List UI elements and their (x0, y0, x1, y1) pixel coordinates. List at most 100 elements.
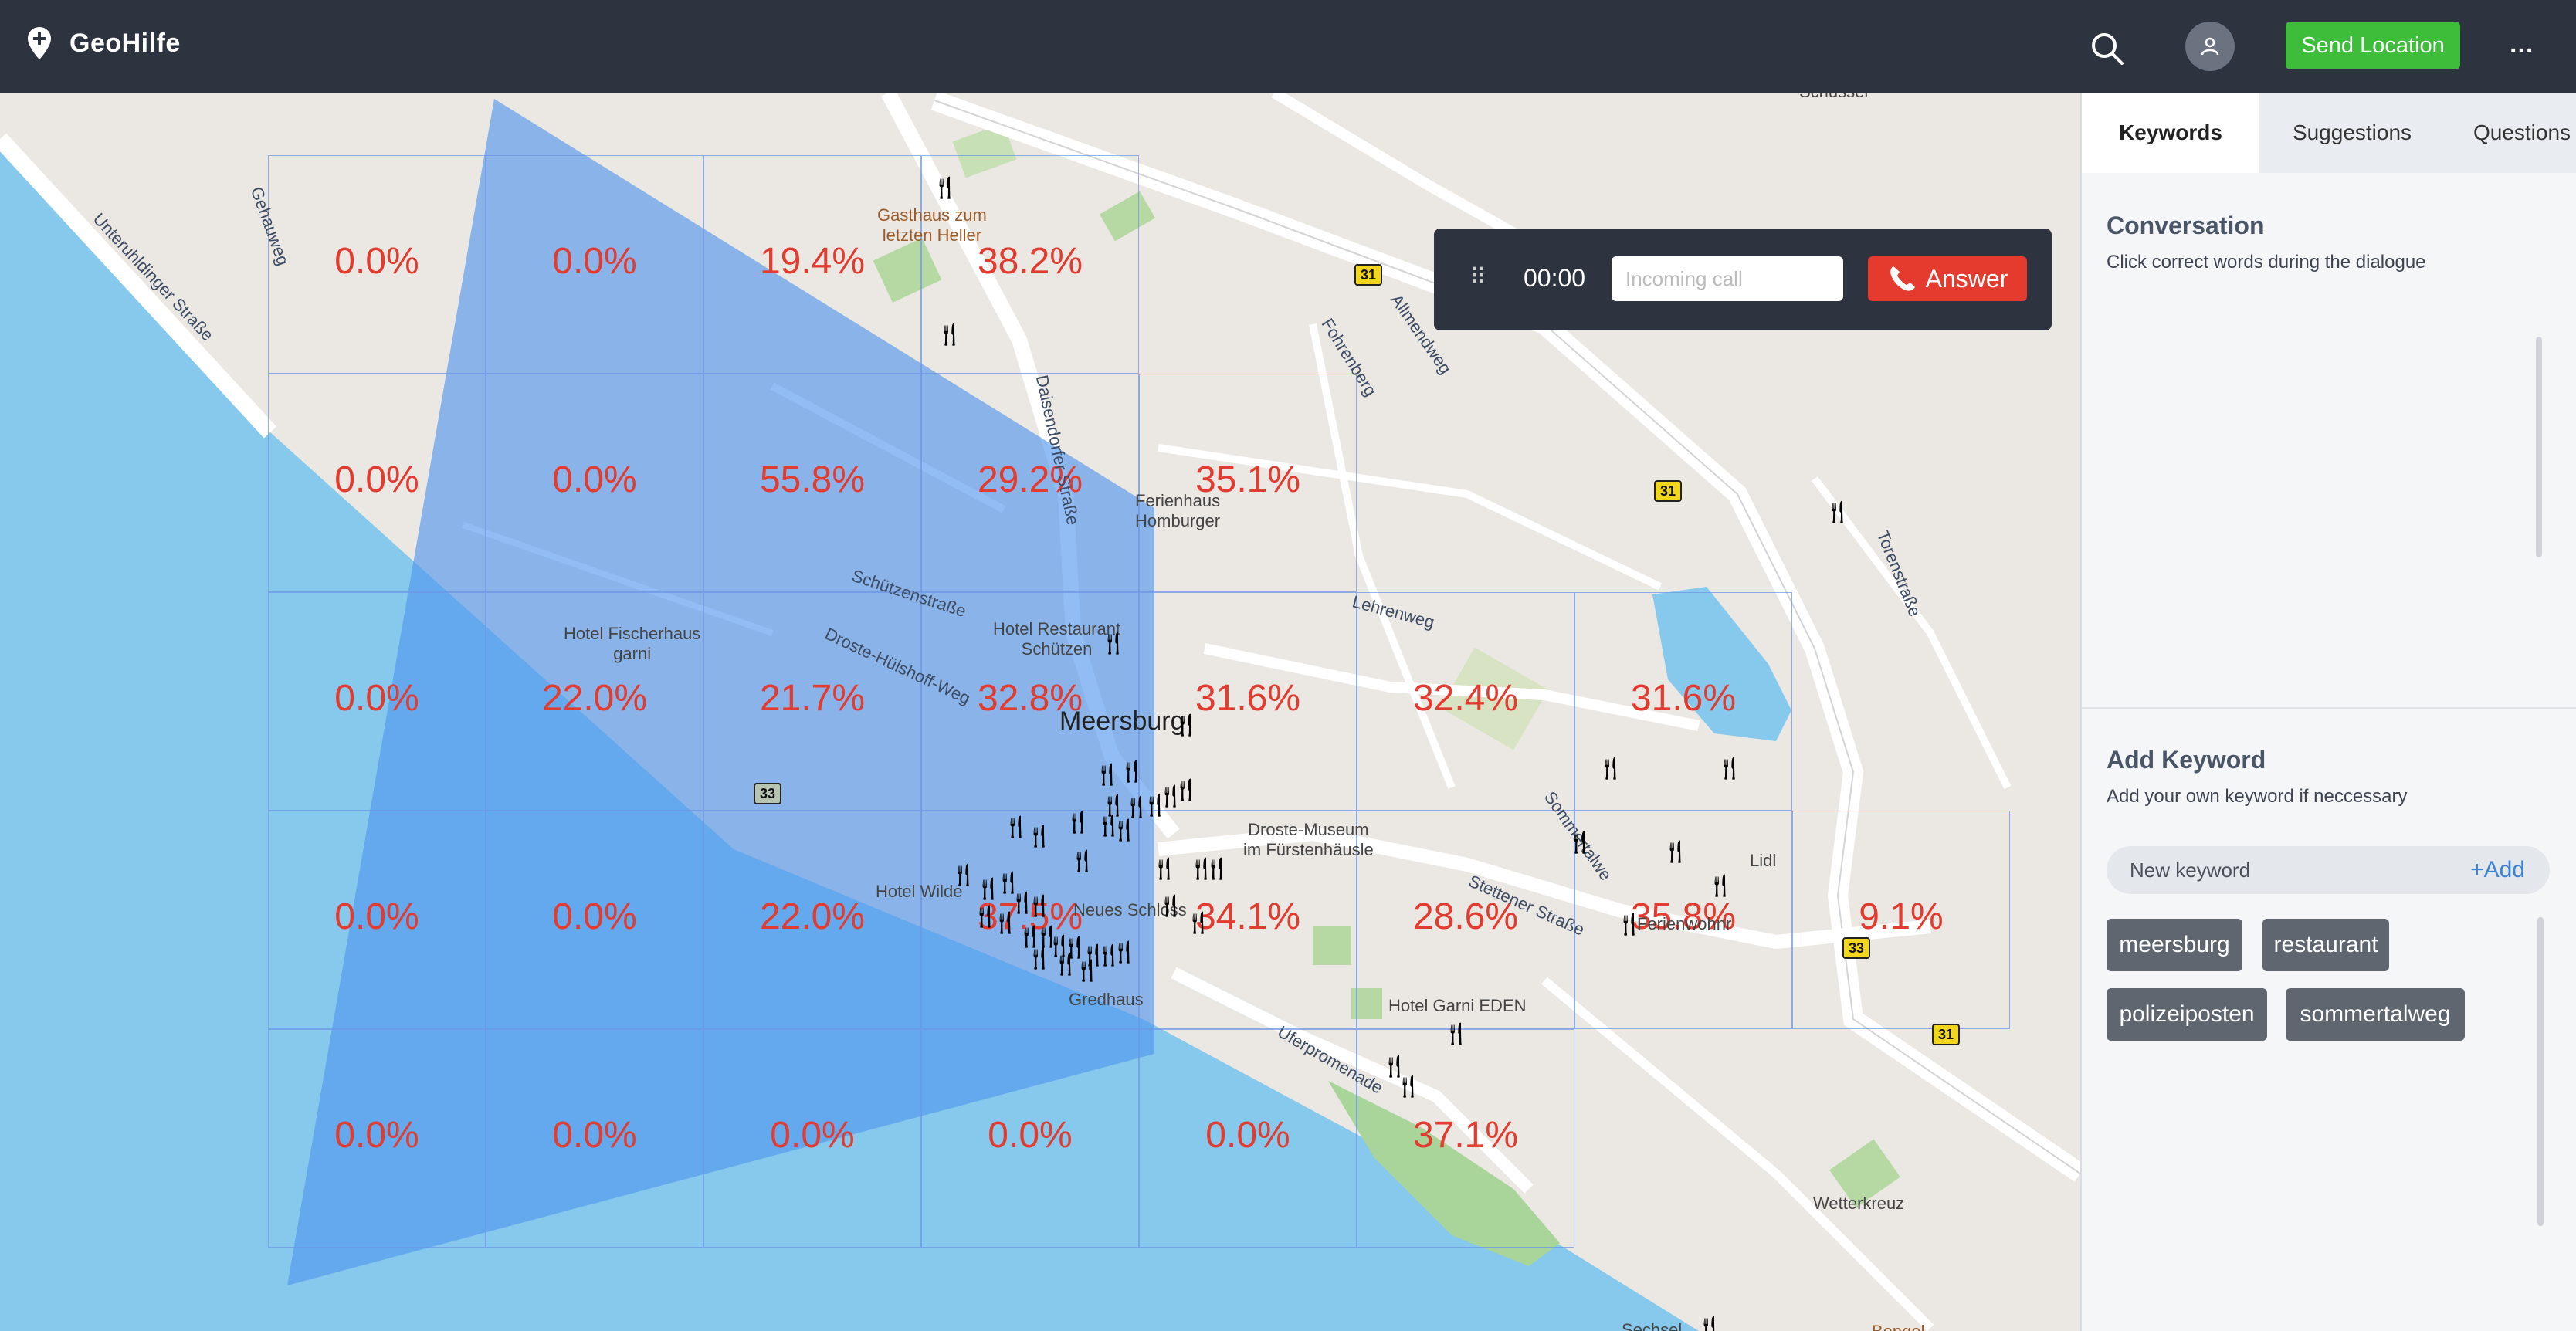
grid-cell-percentage: 37.1% (1412, 1115, 1519, 1156)
conversation-subtitle: Click correct words during the dialogue (2107, 252, 2426, 273)
fork-knife-icon[interactable]: 🍴 (1027, 826, 1052, 846)
answer-label: Answer (1925, 264, 2008, 293)
top-bar: GeoHilfe Send Location ... (0, 0, 2576, 93)
keyword-chip[interactable]: meersburg (2107, 919, 2242, 971)
grid-cell-percentage: 9.1% (1859, 896, 1944, 937)
road-shield: 31 (1354, 264, 1383, 286)
fork-knife-icon[interactable]: 🍴 (951, 865, 976, 885)
keyword-input[interactable] (2130, 855, 2439, 885)
tab-questions[interactable]: Questions (2445, 93, 2576, 173)
fork-knife-icon[interactable]: 🍴 (1708, 875, 1733, 896)
fork-knife-icon[interactable]: 🍴 (1205, 859, 1229, 879)
fork-knife-icon[interactable]: 🍴 (933, 178, 958, 198)
fork-knife-icon[interactable]: 🍴 (1697, 1317, 1722, 1331)
grid-cell-percentage: 22.0% (541, 678, 648, 719)
fork-knife-icon[interactable]: 🍴 (1186, 913, 1211, 933)
side-panel: Keywords Suggestions Questions Conversat… (2080, 93, 2576, 1331)
conversation-title: Conversation (2107, 212, 2265, 239)
label-city: Meersburg (1059, 706, 1185, 736)
fork-knife-icon[interactable]: 🍴 (1075, 960, 1100, 980)
fork-knife-icon[interactable]: 🍴 (1027, 896, 1052, 916)
fork-knife-icon[interactable]: 🍴 (1152, 859, 1177, 879)
fork-knife-icon[interactable]: 🍴 (1112, 942, 1137, 962)
fork-knife-icon[interactable]: 🍴 (1120, 761, 1144, 781)
send-location-button[interactable]: Send Location (2286, 22, 2460, 69)
fork-knife-icon[interactable]: 🍴 (1617, 914, 1642, 934)
conversation-scrollbar[interactable] (2536, 337, 2542, 557)
fork-knife-icon[interactable]: 🍴 (1101, 633, 1126, 653)
add-keyword-subtitle: Add your own keyword if neccessary (2107, 786, 2408, 807)
tab-keywords[interactable]: Keywords (2082, 93, 2259, 173)
phone-icon (1890, 266, 1916, 291)
grid-cell-percentage: 0.0% (552, 896, 637, 937)
label-gasthaus: Gasthaus zum letzten Heller (877, 205, 987, 246)
drag-handle-icon[interactable]: ⠿ (1469, 264, 1486, 291)
fork-knife-icon[interactable]: 🍴 (1825, 502, 1850, 522)
add-keyword-button[interactable]: +Add (2470, 857, 2525, 883)
keyword-input-group: +Add (2107, 846, 2550, 894)
grid-cell-percentage: 0.0% (334, 896, 419, 937)
keyword-chip[interactable]: sommertalweg (2286, 988, 2465, 1041)
grid-cell-percentage: 55.8% (759, 459, 866, 500)
fork-knife-icon[interactable]: 🍴 (1174, 780, 1198, 800)
grid-cell-percentage: 0.0% (988, 1115, 1073, 1156)
more-menu-button[interactable]: ... (2510, 29, 2534, 59)
panel-tabs: Keywords Suggestions Questions (2082, 93, 2576, 173)
call-timer: 00:00 (1524, 264, 1586, 292)
fork-knife-icon[interactable]: 🍴 (937, 324, 962, 344)
fork-knife-icon[interactable]: 🍴 (1158, 896, 1183, 916)
fork-knife-icon[interactable]: 🍴 (1095, 764, 1120, 784)
brand[interactable]: GeoHilfe (26, 26, 181, 60)
answer-button[interactable]: Answer (1868, 256, 2027, 301)
label-lidl: Lidl (1750, 851, 1777, 870)
label-schussel: Schussel (1799, 93, 1868, 102)
grid-cell-percentage: 32.4% (1412, 678, 1519, 719)
search-button[interactable] (2088, 29, 2127, 68)
label-wetterkreuz: Wetterkreuz (1813, 1194, 1905, 1213)
fork-knife-icon[interactable]: 🍴 (1004, 817, 1029, 837)
fork-knife-icon[interactable]: 🍴 (1174, 715, 1198, 735)
keyword-chip[interactable]: polizeiposten (2107, 988, 2267, 1041)
fork-knife-icon[interactable]: 🍴 (993, 913, 1018, 933)
fork-knife-icon[interactable]: 🍴 (1568, 832, 1592, 852)
fork-knife-icon[interactable]: 🍴 (1027, 948, 1052, 968)
fork-knife-icon[interactable]: 🍴 (1663, 842, 1688, 862)
fork-knife-icon[interactable]: 🍴 (1396, 1076, 1421, 1096)
map-pin-plus-icon (28, 27, 51, 59)
label-hotel-wilde: Hotel Wilde (876, 882, 963, 901)
grid-cell-percentage: 31.6% (1630, 678, 1737, 719)
grid-cell-percentage: 0.0% (334, 241, 419, 282)
grid-cell-percentage: 0.0% (334, 459, 419, 500)
grid-cell-percentage: 0.0% (334, 678, 419, 719)
fork-knife-icon[interactable]: 🍴 (1444, 1024, 1469, 1044)
keywords-scrollbar[interactable] (2537, 917, 2544, 1226)
fork-knife-icon[interactable]: 🍴 (1717, 758, 1742, 778)
grid-cell-percentage: 29.2% (977, 459, 1083, 500)
incoming-call-input[interactable] (1612, 256, 1843, 301)
label-bengel: Bengel (1872, 1322, 1925, 1331)
label-sechsel: Sechsel (1622, 1320, 1683, 1331)
road-shield: 31 (1654, 480, 1683, 502)
fork-knife-icon[interactable]: 🍴 (1598, 758, 1623, 778)
fork-knife-icon[interactable]: 🍴 (996, 872, 1021, 892)
grid-cell-percentage: 38.2% (977, 241, 1083, 282)
map-view[interactable]: 0.0% 0.0% 19.4% 38.2% 0.0% 0.0% 55.8% 29.2% 35.1… (0, 93, 2080, 1331)
road-shield: 33 (1842, 937, 1871, 959)
label-droste-museum: Droste-Museum im Fürstenhäusle (1243, 820, 1374, 860)
call-widget: ⠿ 00:00 Answer (1434, 229, 2052, 330)
fork-knife-icon[interactable]: 🍴 (1382, 1056, 1407, 1076)
fork-knife-icon[interactable]: 🍴 (1066, 812, 1090, 832)
fork-knife-icon[interactable]: 🍴 (1112, 820, 1137, 840)
grid-cell-percentage: 0.0% (552, 241, 637, 282)
label-hotel-garni: Hotel Garni EDEN (1388, 996, 1527, 1015)
road-shield: 33 (754, 783, 782, 804)
fork-knife-icon[interactable]: 🍴 (1070, 851, 1095, 871)
user-avatar-button[interactable] (2185, 22, 2235, 71)
fork-knife-icon[interactable]: 🍴 (1101, 795, 1126, 815)
label-gredhaus: Gredhaus (1069, 990, 1144, 1009)
keyword-chip[interactable]: restaurant (2262, 919, 2389, 971)
user-icon (2201, 37, 2219, 56)
fork-knife-icon[interactable]: 🍴 (1143, 795, 1168, 815)
road-shield: 31 (1932, 1024, 1961, 1045)
tab-suggestions[interactable]: Suggestions (2259, 93, 2445, 173)
